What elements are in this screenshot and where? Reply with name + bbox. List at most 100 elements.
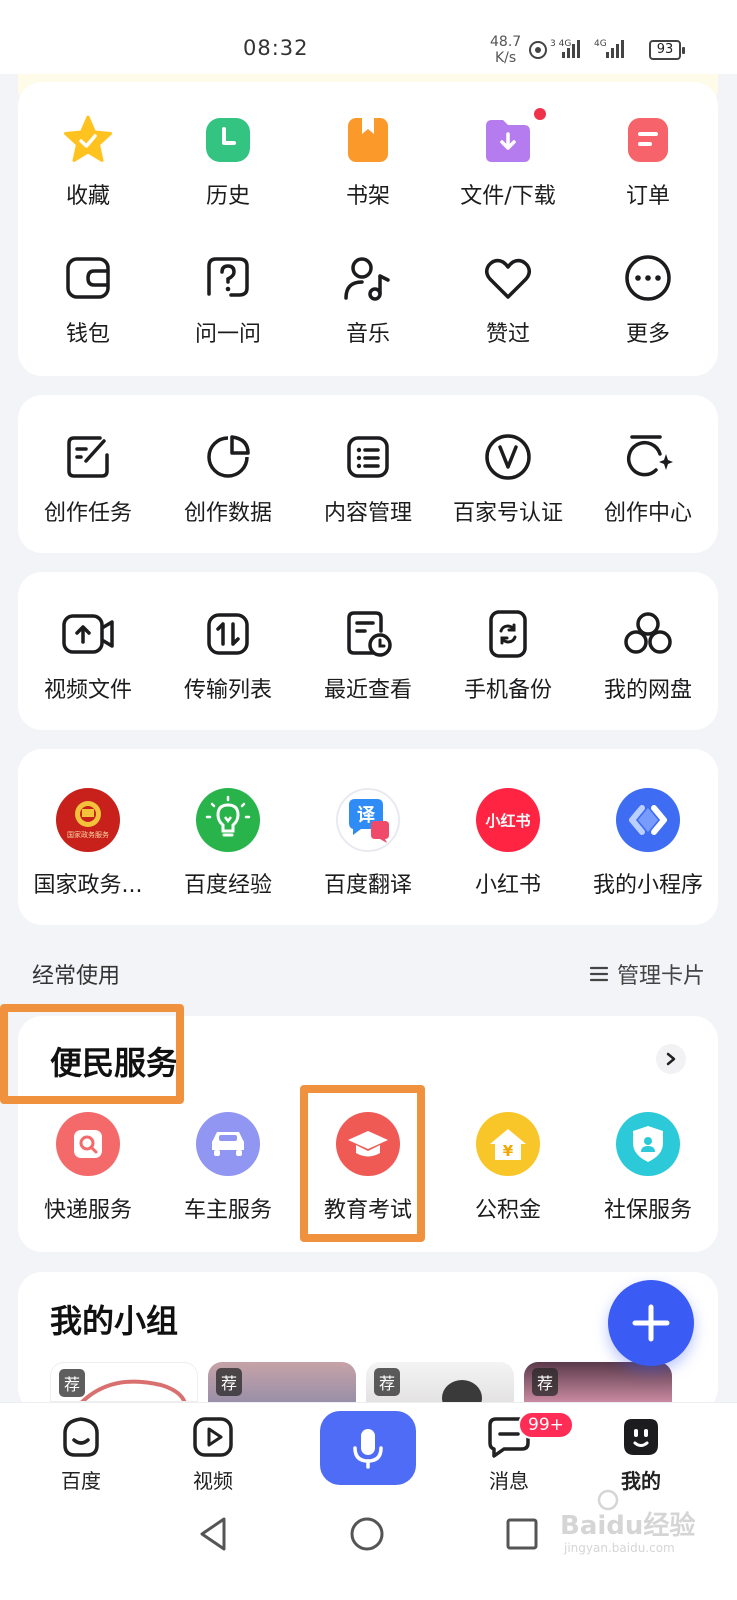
lightbulb-icon (195, 787, 261, 853)
social-security-icon (616, 1112, 680, 1176)
clock-icon (200, 112, 256, 168)
phone-backup[interactable]: 手机备份 (438, 606, 578, 704)
transfer-icon (200, 606, 256, 662)
tab-profile[interactable]: 我的 (596, 1415, 686, 1494)
recent-viewed[interactable]: 最近查看 (298, 606, 438, 704)
content-management[interactable]: 内容管理 (298, 429, 438, 527)
xiaohongshu-program[interactable]: 小红书 小红书 (438, 787, 578, 899)
battery-icon: 93 (649, 40, 685, 60)
question-icon (200, 250, 256, 306)
video-play-icon (193, 1417, 233, 1457)
netdisk-icon (620, 606, 676, 662)
car-owner-service[interactable]: 车主服务 (158, 1112, 298, 1224)
creation-data[interactable]: 创作数据 (158, 429, 298, 527)
menu-wallet[interactable]: 钱包 (18, 250, 158, 348)
netdisk-card: 视频文件 传输列表 最近查看 手机备份 我的网盘 (18, 572, 718, 730)
baidu-face-icon (63, 1417, 99, 1457)
status-bar: 08:32 48.7 K/s 3 4G 4G 93 (0, 0, 737, 74)
add-fab-button[interactable] (608, 1280, 694, 1366)
baidu-translate-program[interactable]: 译 百度翻译 (298, 787, 438, 899)
menu-history[interactable]: 历史 (158, 112, 298, 210)
mini-programs-card: 国家政务服务 国家政务... 百度经验 译 百度翻译 小红书 小红书 我的小程序 (18, 749, 718, 925)
mini-program-icon (615, 787, 681, 853)
back-icon[interactable] (200, 1517, 226, 1551)
group-thumb-1[interactable]: 荐 (50, 1362, 198, 1402)
chevron-right-icon[interactable] (656, 1044, 686, 1074)
highlight-box-education (300, 1085, 425, 1242)
creation-card: 创作任务 创作数据 内容管理 百家号认证 创作中心 (18, 395, 718, 553)
baidu-jingyan-watermark: Baidu经验 jingyan.baidu.com (560, 1488, 710, 1558)
social-security-service[interactable]: 社保服务 (578, 1112, 718, 1224)
group-thumb-3[interactable]: 荐 (366, 1362, 514, 1402)
svg-text:译: 译 (357, 805, 376, 826)
car-icon (196, 1112, 260, 1176)
express-icon (56, 1112, 120, 1176)
verify-v-icon (480, 429, 536, 485)
recent-icon (340, 606, 396, 662)
wallet-icon (60, 250, 116, 306)
menu-files-download[interactable]: 文件/下载 (438, 108, 578, 210)
menu-liked[interactable]: 赞过 (438, 250, 578, 348)
housing-fund-icon: ¥ (476, 1112, 540, 1176)
tab-video[interactable]: 视频 (168, 1415, 258, 1494)
svg-text:4G: 4G (594, 39, 607, 49)
creation-task[interactable]: 创作任务 (18, 429, 158, 527)
recommend-tag: 荐 (374, 1368, 401, 1396)
translate-icon: 译 (335, 787, 401, 853)
menu-bookshelf[interactable]: 书架 (298, 112, 438, 210)
highlight-box-title (0, 1004, 184, 1104)
bookmark-icon (340, 112, 396, 168)
more-icon (620, 250, 676, 306)
menu-ask[interactable]: 问一问 (158, 250, 298, 348)
svg-text:3 4G: 3 4G (550, 39, 571, 49)
order-icon (620, 112, 676, 168)
menu-more[interactable]: 更多 (578, 250, 718, 348)
menu-music[interactable]: 音乐 (298, 250, 438, 348)
recents-icon[interactable] (506, 1518, 538, 1550)
svg-text:Baidu经验: Baidu经验 (560, 1510, 695, 1541)
svg-text:¥: ¥ (503, 1142, 514, 1160)
recommend-tag: 荐 (216, 1368, 243, 1396)
music-icon (340, 250, 396, 306)
menu-orders[interactable]: 订单 (578, 112, 718, 210)
quick-menu-card: 收藏 历史 书架 文件/下载 订单 钱包 问一问 音乐 赞过 更多 (18, 82, 718, 376)
star-icon (60, 112, 116, 168)
recommend-tag: 荐 (532, 1368, 559, 1396)
baijiahao-verify[interactable]: 百家号认证 (438, 429, 578, 527)
my-netdisk[interactable]: 我的网盘 (578, 606, 718, 704)
menu-lines-icon (589, 966, 609, 982)
group-thumb-4[interactable]: 荐 (524, 1362, 672, 1402)
message-count-badge: 99+ (518, 1411, 574, 1439)
frequent-title: 经常使用 (32, 964, 121, 989)
plus-icon (632, 1304, 670, 1342)
video-file-icon (60, 606, 116, 662)
profile-icon (624, 1419, 658, 1455)
voice-search-button[interactable] (320, 1411, 416, 1485)
heart-icon (480, 250, 536, 306)
list-manage-icon (340, 429, 396, 485)
manage-cards-button[interactable]: 管理卡片 (589, 958, 705, 990)
baidu-jingyan-program[interactable]: 百度经验 (158, 787, 298, 899)
svg-text:小红书: 小红书 (485, 812, 530, 830)
express-service[interactable]: 快递服务 (18, 1112, 158, 1224)
pie-chart-icon (200, 429, 256, 485)
svg-text:jingyan.baidu.com: jingyan.baidu.com (563, 1541, 675, 1555)
microphone-icon (353, 1429, 383, 1469)
transfer-list[interactable]: 传输列表 (158, 606, 298, 704)
emblem-icon: 国家政务服务 (55, 787, 121, 853)
status-time: 08:32 (243, 36, 309, 60)
recommend-tag: 荐 (59, 1369, 86, 1397)
creation-center[interactable]: 创作中心 (578, 429, 718, 527)
my-groups-title: 我的小组 (50, 1302, 179, 1340)
notification-dot (534, 108, 546, 120)
home-icon[interactable] (350, 1517, 384, 1551)
svg-text:国家政务服务: 国家政务服务 (67, 830, 109, 839)
phone-backup-icon (480, 606, 536, 662)
gov-service-program[interactable]: 国家政务服务 国家政务... (18, 787, 158, 899)
my-mini-program[interactable]: 我的小程序 (578, 787, 718, 899)
group-thumb-2[interactable]: 荐 (208, 1362, 356, 1402)
tab-baidu[interactable]: 百度 (36, 1415, 126, 1494)
menu-favorites[interactable]: 收藏 (18, 112, 158, 210)
video-files[interactable]: 视频文件 (18, 606, 158, 704)
housing-fund-service[interactable]: ¥ 公积金 (438, 1112, 578, 1224)
